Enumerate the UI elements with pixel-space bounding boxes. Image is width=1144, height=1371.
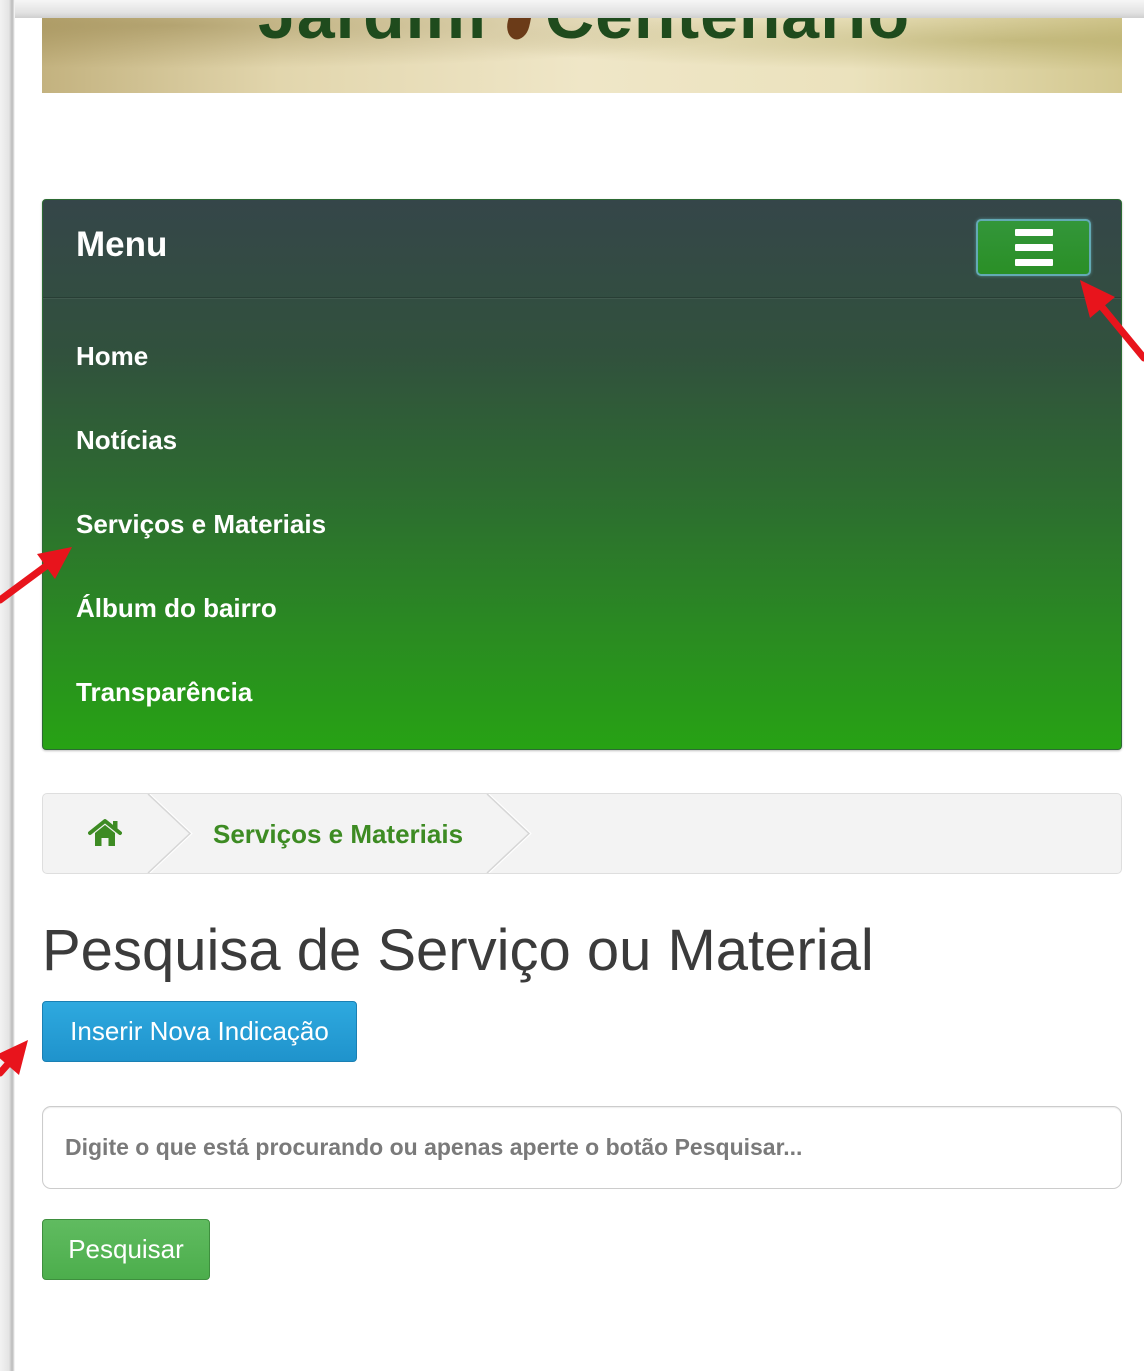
screenshot-frame-left <box>0 0 15 1371</box>
menu-item-noticias[interactable]: Notícias <box>76 398 1076 482</box>
menu-list: Home Notícias Serviços e Materiais Álbum… <box>76 314 1076 734</box>
menu-item-transparencia[interactable]: Transparência <box>76 650 1076 734</box>
breadcrumb-separator-highlight <box>488 794 532 873</box>
insert-new-button[interactable]: Inserir Nova Indicação <box>42 1001 357 1062</box>
site-banner[interactable]: Jardim Centenário <box>42 18 1122 93</box>
menu-item-home[interactable]: Home <box>76 314 1076 398</box>
menu-item-servicos-materiais[interactable]: Serviços e Materiais <box>76 482 1076 566</box>
menu-item-album-bairro[interactable]: Álbum do bairro <box>76 566 1076 650</box>
navbar-brand[interactable]: Menu <box>76 227 167 262</box>
logo-text-right: Centenário <box>545 18 910 49</box>
navbar-divider <box>43 297 1121 299</box>
breadcrumb-current[interactable]: Serviços e Materiais <box>213 795 463 874</box>
page-title: Pesquisa de Serviço ou Material <box>42 918 874 983</box>
search-button[interactable]: Pesquisar <box>42 1219 210 1280</box>
screenshot-frame-top <box>0 0 1144 18</box>
breadcrumb-separator <box>486 794 531 873</box>
hamburger-bar <box>1014 259 1053 266</box>
hamburger-bar <box>1014 229 1053 236</box>
menu-toggle-button[interactable] <box>976 219 1091 276</box>
breadcrumb-separator-highlight <box>149 794 193 873</box>
logo-text-left: Jardim <box>258 18 487 49</box>
breadcrumb-separator <box>147 794 192 873</box>
main-navbar: Menu Home Notícias Serviços e Materiais … <box>42 199 1122 750</box>
leaf-icon <box>504 18 538 42</box>
home-icon[interactable] <box>88 818 122 847</box>
breadcrumb-separators <box>147 794 532 873</box>
hamburger-bar <box>1014 244 1053 251</box>
search-input[interactable] <box>42 1106 1122 1189</box>
breadcrumb: Serviços e Materiais <box>42 793 1122 874</box>
hamburger-icon <box>1014 229 1053 266</box>
